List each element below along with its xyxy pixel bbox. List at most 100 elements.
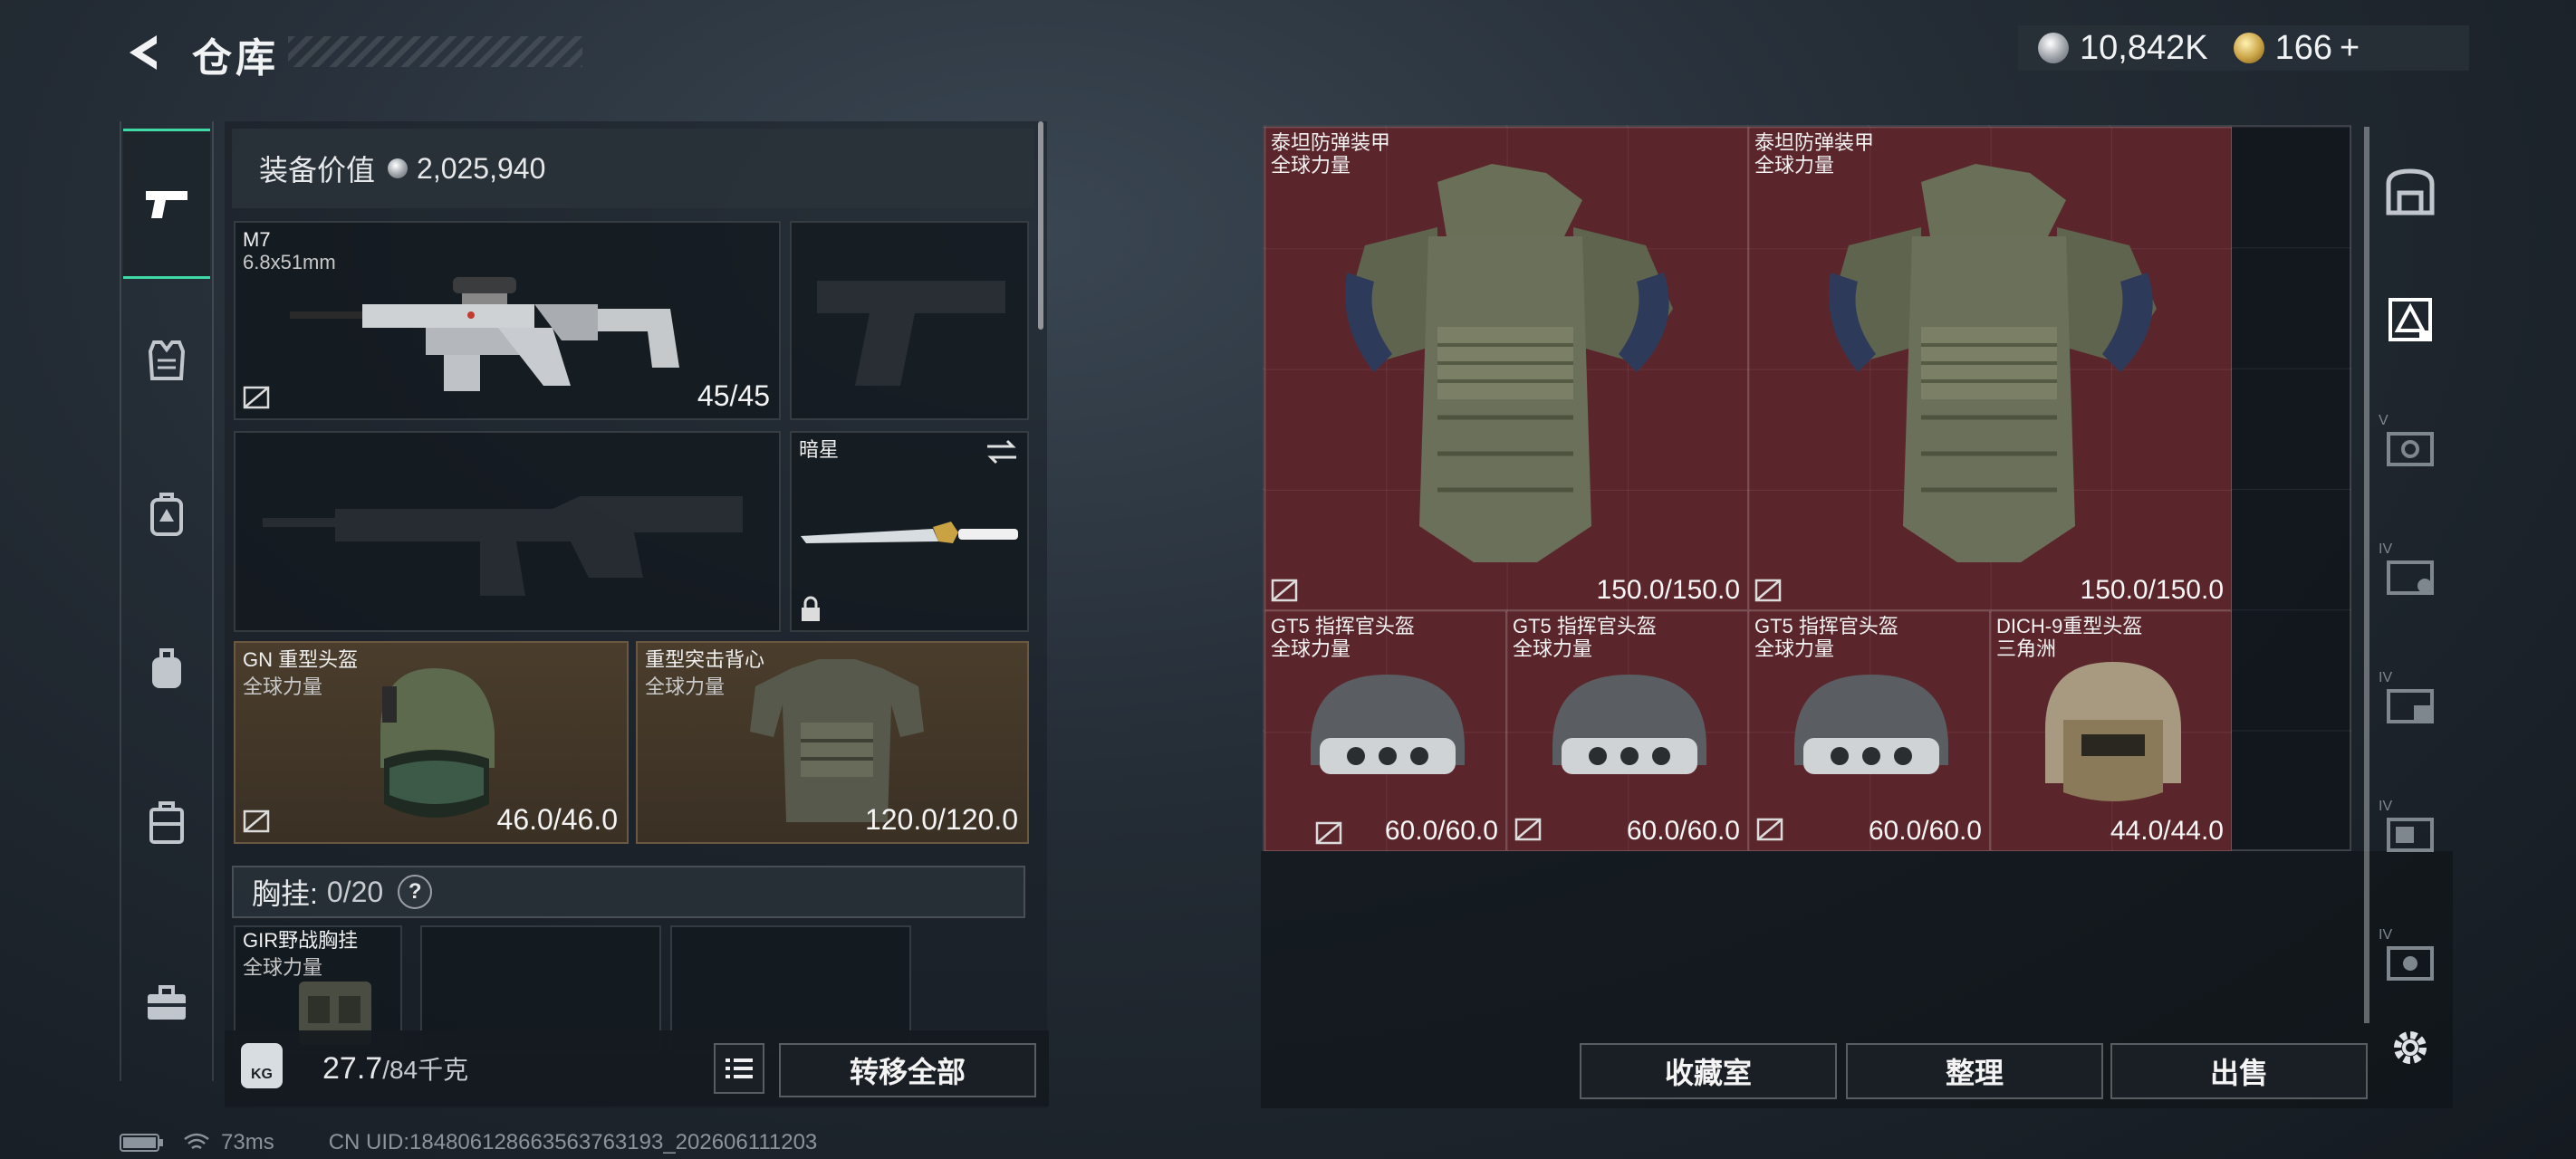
- wifi-icon: [184, 1133, 209, 1150]
- backpack-rig-icon: [150, 493, 183, 536]
- pistol-silhouette-icon: [817, 281, 1005, 386]
- transfer-all-button[interactable]: 转移全部: [779, 1043, 1036, 1097]
- storage-item[interactable]: 泰坦防弹装甲 全球力量 150.0/150.0: [1748, 127, 2232, 610]
- storage-item[interactable]: GT5 指挥官头盔 全球力量 60.0/60.0: [1748, 610, 1990, 851]
- settings-button[interactable]: [2379, 1016, 2442, 1079]
- weight-current: 27.7: [322, 1051, 383, 1086]
- vest-icon: [148, 340, 186, 380]
- category-backpack[interactable]: [136, 637, 197, 699]
- no-durability-icon: [1756, 818, 1783, 841]
- collection-button[interactable]: 收藏室: [1580, 1043, 1837, 1099]
- category-armor[interactable]: [136, 330, 197, 391]
- melee-slot[interactable]: 暗星: [790, 431, 1029, 632]
- helmet-durability: 46.0/46.0: [496, 803, 618, 836]
- gold-coin-icon: [2233, 33, 2264, 63]
- equipment-value: 2,025,940: [417, 151, 546, 185]
- weight-bar: KG 27.7/84千克 转移全部: [225, 1030, 1049, 1106]
- weapon-ammo: 45/45: [697, 379, 770, 412]
- storage-item[interactable]: GT5 指挥官头盔 全球力量 60.0/60.0: [1264, 610, 1506, 851]
- gt5-helmet-image: [1794, 675, 1948, 774]
- page-title: 仓库: [192, 36, 279, 81]
- list-view-button[interactable]: [714, 1043, 764, 1094]
- uid-text: CN UID:18480612866356376319​3_2026061112…: [328, 1130, 818, 1154]
- weapon-name: M7: [243, 228, 271, 251]
- storage-item[interactable]: GT5 指挥官头盔 全球力量 60.0/60.0: [1506, 610, 1748, 851]
- category-toolbox[interactable]: [136, 972, 197, 1034]
- list-icon: [726, 1058, 753, 1078]
- category-sidebar: [120, 121, 214, 1081]
- rail-item-safe-box[interactable]: [2379, 159, 2442, 223]
- rail-item-tier-iv-4[interactable]: IV: [2379, 927, 2442, 991]
- category-backpack-rig[interactable]: [136, 484, 197, 545]
- tier-label: IV: [2379, 799, 2393, 814]
- item-durability: 44.0/44.0: [2110, 816, 2224, 846]
- helmet-faction: 全球力量: [243, 675, 323, 698]
- helmet-slot[interactable]: GN 重型头盔 全球力量 46.0/46.0: [234, 641, 629, 844]
- storage-item[interactable]: 泰坦防弹装甲 全球力量 150.0/150.0: [1264, 127, 1748, 610]
- storage-grid: 泰坦防弹装甲 全球力量 150.0/150.0 泰坦防弹装甲 全球力量 150.…: [1263, 125, 2351, 851]
- secondary-weapon-slot[interactable]: [234, 431, 781, 632]
- right-rail-scroll[interactable]: [2364, 127, 2369, 1023]
- silver-coin-icon: [2038, 33, 2069, 63]
- weight-readout: 27.7/84千克: [322, 1050, 468, 1087]
- back-button[interactable]: [116, 27, 170, 78]
- sell-button[interactable]: 出售: [2110, 1043, 2368, 1099]
- titan-armor-image: [1345, 164, 1673, 562]
- knife-image: [801, 522, 1018, 543]
- no-durability-icon: [1271, 579, 1298, 602]
- safe-box-icon: [2386, 168, 2435, 216]
- item-durability: 60.0/60.0: [1868, 816, 1982, 846]
- crate-icon: [2389, 298, 2432, 341]
- battery-icon: [120, 1134, 163, 1152]
- rail-item-tier-v[interactable]: V: [2379, 413, 2442, 476]
- item-durability: 60.0/60.0: [1626, 816, 1740, 846]
- chest-rig-label: 胸挂:: [252, 877, 318, 910]
- gt5-helmet-image: [1311, 675, 1465, 774]
- weight-icon: KG: [241, 1043, 283, 1088]
- category-container[interactable]: [136, 791, 197, 853]
- dich-9-helmet-image: [2045, 662, 2181, 801]
- armor-faction: 全球力量: [645, 675, 726, 698]
- category-weapons[interactable]: [123, 129, 210, 279]
- silver-coin-icon: [388, 158, 409, 178]
- gear-icon: [2394, 1031, 2427, 1064]
- item-durability: 60.0/60.0: [1384, 816, 1498, 846]
- organize-button[interactable]: 整理: [1846, 1043, 2103, 1099]
- equipment-value-label: 装备价值: [259, 154, 376, 187]
- help-icon[interactable]: ?: [398, 875, 433, 909]
- no-durability-icon: [243, 809, 270, 833]
- tier-label: IV: [2379, 541, 2393, 557]
- titan-armor-image: [1829, 164, 2157, 562]
- tier-label: V: [2379, 413, 2389, 428]
- item-name: GT5 指挥官头盔: [1271, 615, 1415, 637]
- rail-item-tier-iv-1[interactable]: IV: [2379, 541, 2442, 605]
- rail-item-tier-iv-2[interactable]: IV: [2379, 670, 2442, 733]
- currency-bar: 10,842K 166 +: [2018, 25, 2469, 71]
- add-currency-button[interactable]: +: [2340, 29, 2360, 68]
- rifle-silhouette-icon: [263, 496, 743, 596]
- storage-item[interactable]: DICH-9重型头盔 三角洲 44.0/44.0: [1990, 610, 2232, 851]
- no-durability-icon: [243, 386, 270, 409]
- rail-item-tier-iv-3[interactable]: IV: [2379, 799, 2442, 862]
- item-durability: 150.0/150.0: [1596, 575, 1740, 605]
- primary-weapon-slot[interactable]: M7 6.8x51mm 45/45: [234, 221, 781, 420]
- melee-name: 暗星: [799, 438, 840, 461]
- equipment-value-bar: 装备价值 2,025,940: [232, 129, 1034, 208]
- title-decoration: [288, 36, 582, 67]
- armor-durability: 120.0/120.0: [864, 803, 1018, 836]
- rifle-image: [290, 277, 679, 391]
- status-bar: 73ms CN UID:18480612866356376319​3_20260…: [120, 1130, 817, 1155]
- tier-v-storage-icon: [2387, 432, 2434, 466]
- chest-rig-count: 0/20: [326, 875, 384, 908]
- pistol-slot[interactable]: [790, 221, 1029, 420]
- rail-item-crate[interactable]: [2379, 288, 2442, 351]
- armor-slot[interactable]: 重型突击背心 全球力量 120.0/120.0: [636, 641, 1029, 844]
- gold-amount: 166: [2274, 28, 2332, 67]
- tier-label: IV: [2379, 670, 2393, 685]
- swap-icon[interactable]: [985, 438, 1018, 465]
- equipment-panel: 装备价值 2,025,940 M7 6.8x51mm 45/45 暗星 GN 重…: [225, 121, 1047, 1108]
- tier-label: IV: [2379, 927, 2393, 943]
- gt5-helmet-image: [1552, 675, 1706, 774]
- equipment-scrollbar[interactable]: [1038, 121, 1043, 330]
- item-name: DICH-9重型头盔: [1996, 615, 2143, 637]
